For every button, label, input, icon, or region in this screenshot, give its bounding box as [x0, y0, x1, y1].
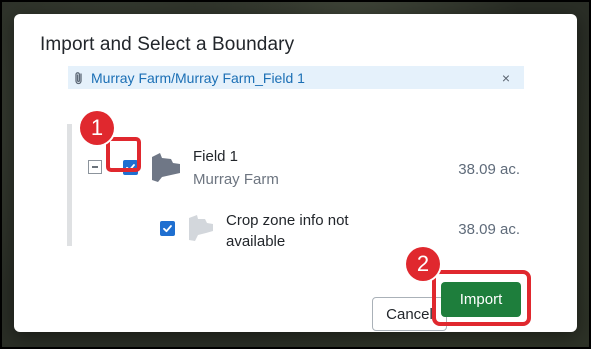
step2-badge: 2 — [406, 247, 440, 281]
step1-badge: 1 — [80, 111, 114, 145]
crop-zone-area: 38.09 ac. — [458, 221, 520, 238]
crop-zone-label: Crop zone info not available — [226, 212, 349, 250]
import-button[interactable]: Import — [441, 282, 521, 317]
collapse-icon[interactable] — [88, 160, 102, 174]
field-area: 38.09 ac. — [458, 161, 520, 178]
crop-zone-shape-icon — [189, 215, 213, 241]
field-shape-icon — [152, 153, 180, 182]
paperclip-icon — [75, 71, 82, 84]
checkbox-checked-icon — [163, 225, 172, 233]
farm-name: Murray Farm — [193, 171, 279, 188]
close-icon[interactable]: × — [498, 70, 514, 86]
file-chip: Murray Farm/Murray Farm_Field 1 × — [68, 66, 524, 89]
dialog-title: Import and Select a Boundary — [40, 34, 295, 55]
file-path: Murray Farm/Murray Farm_Field 1 — [91, 69, 305, 86]
crop-zone-checkbox[interactable] — [160, 221, 175, 236]
field-name: Field 1 — [193, 148, 239, 165]
step1-highlight — [106, 137, 141, 172]
